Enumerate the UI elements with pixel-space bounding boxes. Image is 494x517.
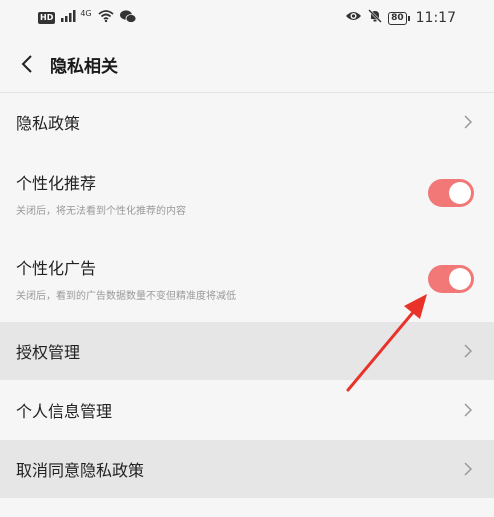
signal-icon <box>61 10 77 26</box>
personalized-recommendation-row: 个性化推荐 关闭后，将无法看到个性化推荐的内容 <box>0 151 494 235</box>
row-label: 个性化推荐 <box>16 173 97 193</box>
network-type: 4G <box>80 8 92 18</box>
chevron-right-icon <box>462 402 474 418</box>
personalized-recommendation-toggle[interactable] <box>428 179 474 207</box>
personalized-ads-toggle[interactable] <box>428 264 474 293</box>
status-left: HD 4G <box>38 8 137 27</box>
app-header: 隐私相关 <box>0 36 494 92</box>
back-arrow-icon <box>21 55 32 73</box>
chevron-right-icon <box>462 461 474 477</box>
row-label: 取消同意隐私政策 <box>16 461 145 480</box>
chevron-right-icon <box>462 114 474 130</box>
status-bar: HD 4G 80 11:17 <box>0 0 494 36</box>
status-time: 11:17 <box>415 10 456 26</box>
eye-icon <box>345 10 362 26</box>
battery-level: 80 <box>388 11 407 25</box>
chevron-right-icon <box>462 343 474 359</box>
wifi-icon <box>98 10 114 26</box>
row-label: 授权管理 <box>16 343 81 362</box>
toggle-knob <box>449 182 471 204</box>
personal-info-management-row[interactable]: 个人信息管理 <box>0 380 494 440</box>
hd-badge: HD <box>38 12 56 24</box>
page-title: 隐私相关 <box>50 56 118 77</box>
toggle-knob <box>449 267 471 290</box>
back-button[interactable] <box>14 49 40 79</box>
battery-icon: 80 <box>388 11 410 25</box>
row-subtitle: 关闭后，将无法看到个性化推荐的内容 <box>16 205 186 217</box>
wechat-icon <box>119 9 137 27</box>
row-label: 个人信息管理 <box>16 402 113 421</box>
personalized-ads-row: 个性化广告 关闭后，看到的广告数据数量不变但精准度将减低 <box>0 235 494 322</box>
status-right: 80 11:17 <box>345 9 456 27</box>
authorization-management-row[interactable]: 授权管理 <box>0 322 494 380</box>
row-subtitle: 关闭后，看到的广告数据数量不变但精准度将减低 <box>16 291 236 302</box>
mute-bell-icon <box>368 9 382 27</box>
revoke-privacy-consent-row[interactable]: 取消同意隐私政策 <box>0 440 494 498</box>
privacy-policy-row[interactable]: 隐私政策 <box>0 93 494 151</box>
row-label: 个性化广告 <box>16 259 97 278</box>
row-label: 隐私政策 <box>16 114 81 133</box>
